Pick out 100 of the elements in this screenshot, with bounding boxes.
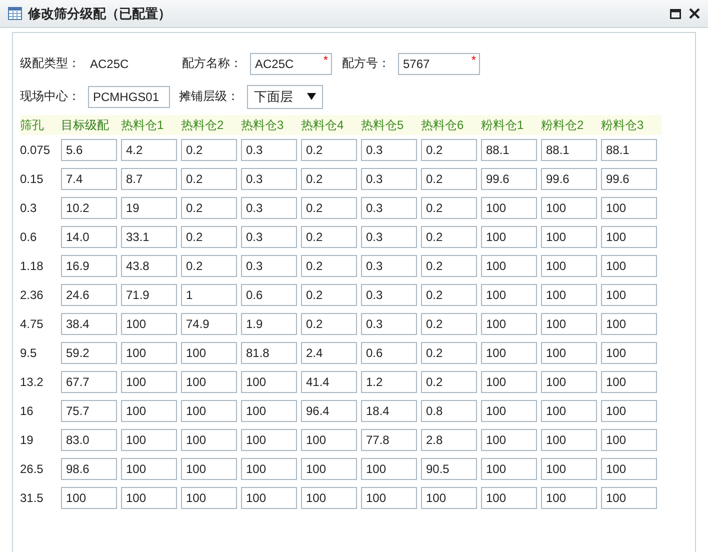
value-field[interactable]: 100 [481, 400, 537, 422]
site-field[interactable]: PCMHGS01 [88, 86, 170, 108]
value-field[interactable]: 100 [541, 400, 597, 422]
value-field[interactable]: 100 [121, 486, 177, 508]
value-field[interactable]: 0.2 [181, 226, 237, 248]
value-field[interactable]: 100 [181, 400, 237, 422]
value-field[interactable]: 100 [481, 428, 537, 450]
value-field[interactable]: 100 [541, 284, 597, 306]
value-field[interactable]: 100 [61, 486, 117, 508]
value-field[interactable]: 100 [361, 486, 417, 508]
value-field[interactable]: 100 [601, 370, 657, 392]
value-field[interactable]: 8.7 [121, 168, 177, 190]
value-field[interactable]: 0.3 [241, 254, 297, 276]
layer-dropdown[interactable]: 下面层 [247, 84, 323, 108]
value-field[interactable]: 100 [121, 370, 177, 392]
value-field[interactable]: 0.2 [421, 196, 477, 218]
value-field[interactable]: 99.6 [481, 168, 537, 190]
value-field[interactable]: 100 [481, 486, 537, 508]
value-field[interactable]: 100 [541, 226, 597, 248]
value-field[interactable]: 100 [541, 458, 597, 480]
value-field[interactable]: 38.4 [61, 312, 117, 334]
value-field[interactable]: 0.6 [241, 284, 297, 306]
value-field[interactable]: 100 [601, 342, 657, 364]
value-field[interactable]: 88.1 [601, 138, 657, 160]
value-field[interactable]: 0.2 [421, 168, 477, 190]
value-field[interactable]: 100 [301, 458, 357, 480]
value-field[interactable]: 100 [601, 400, 657, 422]
value-field[interactable]: 0.2 [301, 168, 357, 190]
value-field[interactable]: 71.9 [121, 284, 177, 306]
value-field[interactable]: 0.3 [361, 284, 417, 306]
recipe-number-field[interactable]: 5767 * [398, 52, 480, 74]
value-field[interactable]: 4.2 [121, 138, 177, 160]
value-field[interactable]: 100 [481, 342, 537, 364]
value-field[interactable]: 0.2 [301, 284, 357, 306]
value-field[interactable]: 0.2 [301, 254, 357, 276]
value-field[interactable]: 0.2 [301, 138, 357, 160]
value-field[interactable]: 16.9 [61, 254, 117, 276]
value-field[interactable]: 100 [181, 486, 237, 508]
value-field[interactable]: 90.5 [421, 458, 477, 480]
value-field[interactable]: 0.2 [421, 226, 477, 248]
value-field[interactable]: 1 [181, 284, 237, 306]
value-field[interactable]: 74.9 [181, 312, 237, 334]
value-field[interactable]: 2.4 [301, 342, 357, 364]
value-field[interactable]: 14.0 [61, 226, 117, 248]
value-field[interactable]: 100 [601, 196, 657, 218]
value-field[interactable]: 100 [361, 458, 417, 480]
value-field[interactable]: 100 [601, 486, 657, 508]
value-field[interactable]: 100 [121, 400, 177, 422]
value-field[interactable]: 100 [181, 370, 237, 392]
value-field[interactable]: 100 [121, 342, 177, 364]
value-field[interactable]: 100 [421, 486, 477, 508]
value-field[interactable]: 100 [541, 428, 597, 450]
value-field[interactable]: 67.7 [61, 370, 117, 392]
value-field[interactable]: 100 [601, 226, 657, 248]
value-field[interactable]: 100 [301, 428, 357, 450]
value-field[interactable]: 0.3 [241, 226, 297, 248]
value-field[interactable]: 0.8 [421, 400, 477, 422]
value-field[interactable]: 88.1 [541, 138, 597, 160]
value-field[interactable]: 100 [481, 312, 537, 334]
recipe-name-field[interactable]: AC25C * [250, 52, 332, 74]
value-field[interactable]: 41.4 [301, 370, 357, 392]
value-field[interactable]: 100 [241, 370, 297, 392]
value-field[interactable]: 100 [481, 254, 537, 276]
value-field[interactable]: 43.8 [121, 254, 177, 276]
value-field[interactable]: 0.3 [361, 226, 417, 248]
value-field[interactable]: 0.2 [421, 312, 477, 334]
value-field[interactable]: 100 [241, 458, 297, 480]
value-field[interactable]: 0.6 [361, 342, 417, 364]
value-field[interactable]: 10.2 [61, 196, 117, 218]
value-field[interactable]: 100 [121, 312, 177, 334]
value-field[interactable]: 0.3 [241, 138, 297, 160]
value-field[interactable]: 0.3 [241, 196, 297, 218]
value-field[interactable]: 19 [121, 196, 177, 218]
value-field[interactable]: 59.2 [61, 342, 117, 364]
value-field[interactable]: 99.6 [541, 168, 597, 190]
value-field[interactable]: 100 [301, 486, 357, 508]
value-field[interactable]: 0.2 [181, 254, 237, 276]
value-field[interactable]: 0.2 [301, 196, 357, 218]
value-field[interactable]: 100 [541, 370, 597, 392]
value-field[interactable]: 0.3 [241, 168, 297, 190]
value-field[interactable]: 5.6 [61, 138, 117, 160]
value-field[interactable]: 0.2 [181, 138, 237, 160]
value-field[interactable]: 98.6 [61, 458, 117, 480]
value-field[interactable]: 0.3 [361, 254, 417, 276]
value-field[interactable]: 99.6 [601, 168, 657, 190]
value-field[interactable]: 96.4 [301, 400, 357, 422]
value-field[interactable]: 0.2 [181, 196, 237, 218]
value-field[interactable]: 100 [121, 428, 177, 450]
value-field[interactable]: 0.2 [421, 370, 477, 392]
value-field[interactable]: 33.1 [121, 226, 177, 248]
value-field[interactable]: 0.3 [361, 196, 417, 218]
value-field[interactable]: 100 [601, 254, 657, 276]
value-field[interactable]: 0.2 [421, 284, 477, 306]
value-field[interactable]: 100 [121, 458, 177, 480]
value-field[interactable]: 100 [541, 196, 597, 218]
value-field[interactable]: 100 [241, 400, 297, 422]
value-field[interactable]: 0.2 [421, 254, 477, 276]
value-field[interactable]: 100 [181, 428, 237, 450]
value-field[interactable]: 100 [481, 458, 537, 480]
value-field[interactable]: 100 [241, 486, 297, 508]
